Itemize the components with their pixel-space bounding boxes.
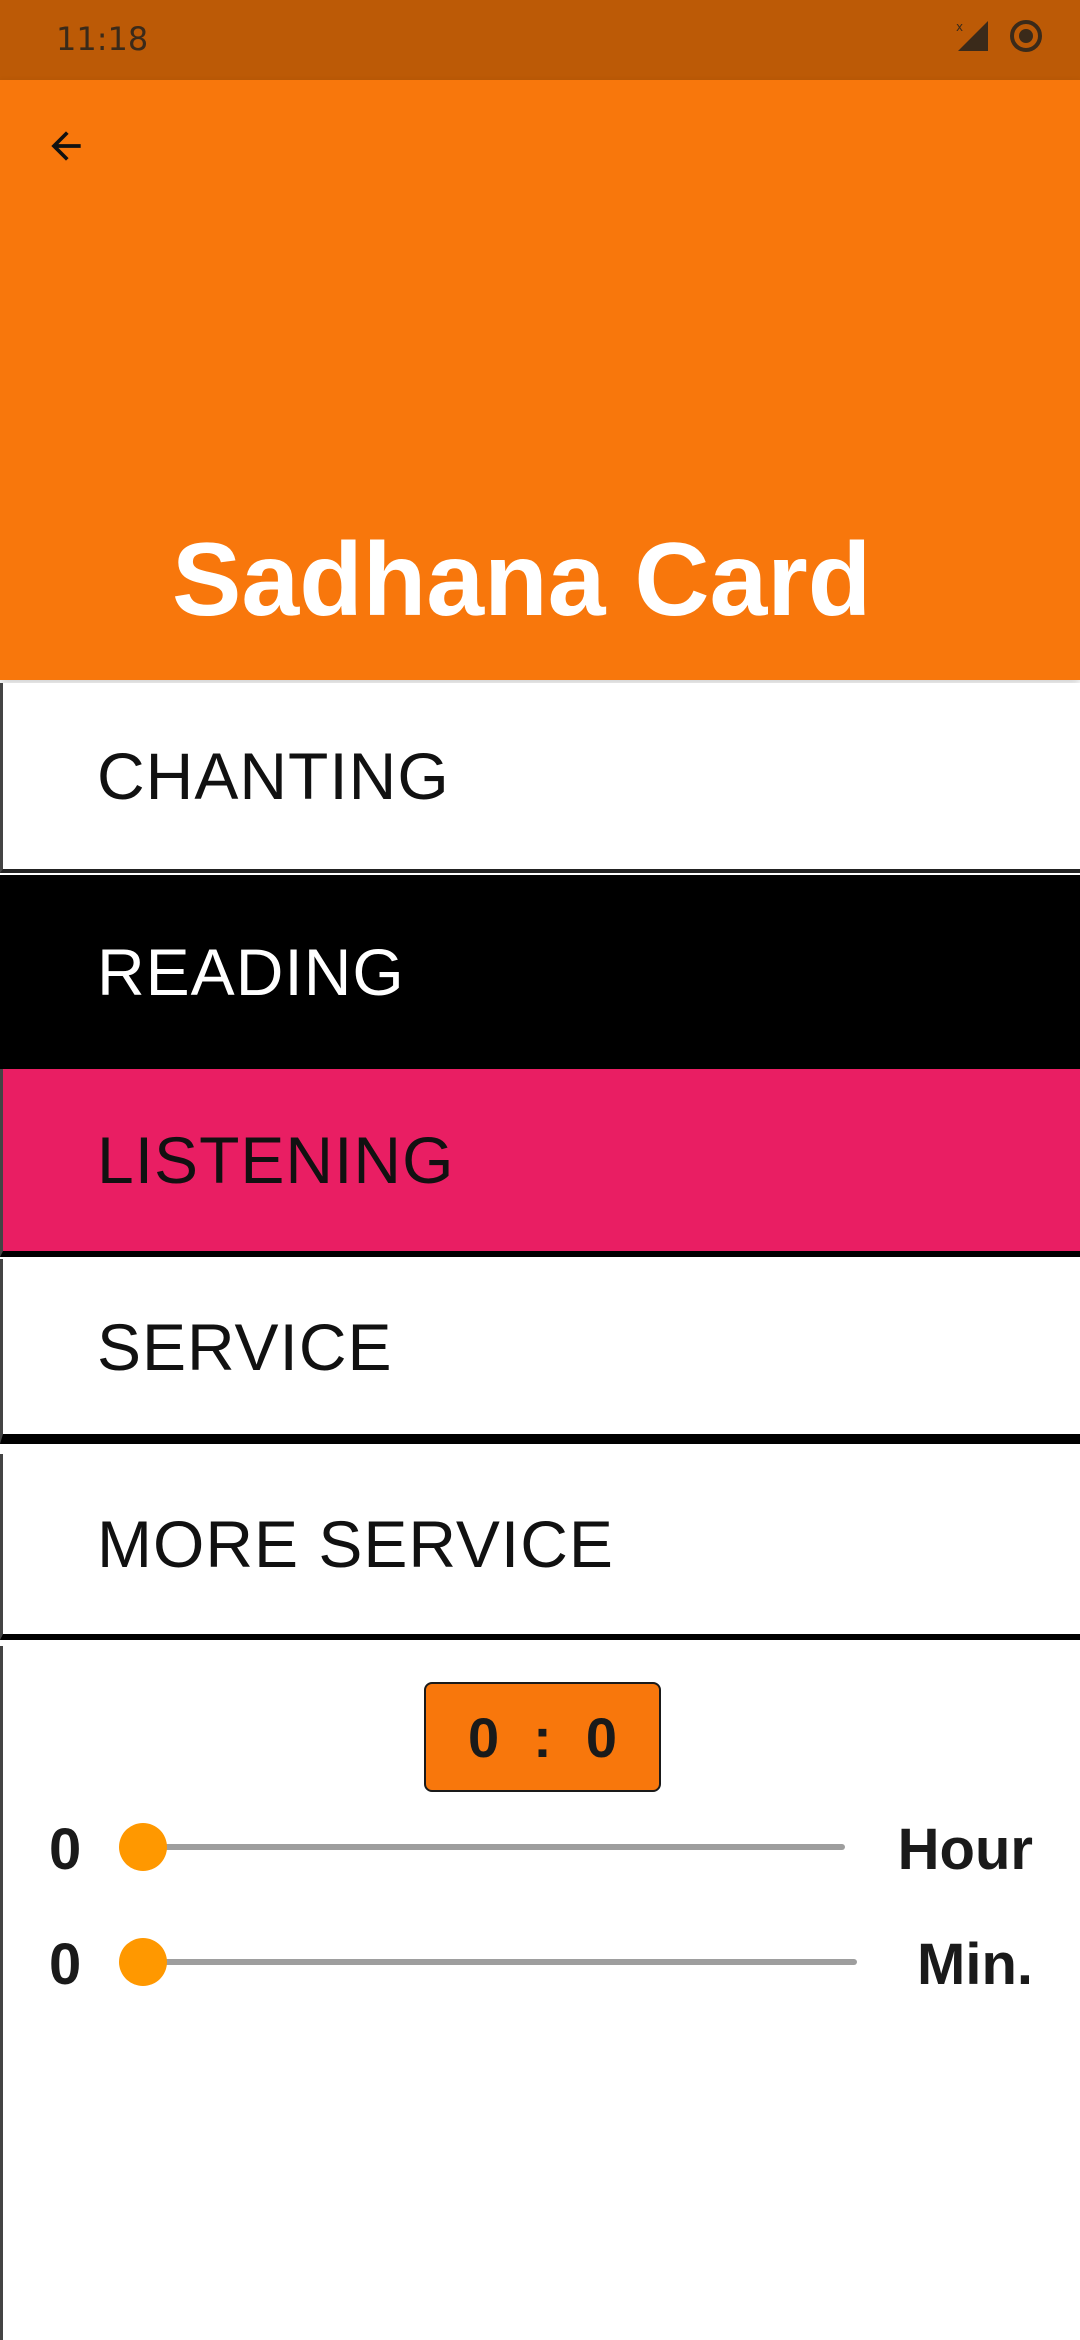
- tab-chanting[interactable]: CHANTING: [0, 683, 1080, 873]
- timer-minutes: 0: [585, 1705, 617, 1769]
- hour-unit-label: Hour: [897, 1817, 1033, 1882]
- status-bar: 11:18 x: [0, 0, 1080, 80]
- hour-slider-track[interactable]: [143, 1844, 845, 1850]
- tab-more-service-label: MORE SERVICE: [97, 1507, 614, 1581]
- tab-listening[interactable]: LISTENING: [0, 1069, 1080, 1257]
- tab-service[interactable]: SERVICE: [0, 1259, 1080, 1444]
- timer-hours: 0: [468, 1705, 500, 1769]
- tab-chanting-label: CHANTING: [97, 739, 450, 813]
- tab-listening-label: LISTENING: [97, 1123, 455, 1197]
- hour-slider-row: 0 Hour: [3, 1806, 1080, 1886]
- timer-separator: :: [533, 1705, 552, 1769]
- tab-reading[interactable]: READING: [0, 875, 1080, 1069]
- tab-reading-label: READING: [97, 935, 405, 1009]
- minute-slider-row: 0 Min.: [3, 1921, 1080, 2001]
- svg-text:x: x: [956, 20, 963, 34]
- arrow-back-icon: [51, 131, 81, 161]
- tab-service-label: SERVICE: [97, 1309, 393, 1384]
- sync-icon: [1008, 18, 1044, 59]
- status-icons: x: [956, 18, 1044, 59]
- time-entry-panel: 0 : 0 0 Hour 0 Min.: [0, 1646, 1080, 2340]
- minute-slider-thumb[interactable]: [119, 1938, 167, 1986]
- minute-slider-track[interactable]: [143, 1959, 857, 1965]
- back-button[interactable]: [36, 116, 96, 176]
- status-time: 11:18: [56, 20, 149, 58]
- page-title: Sadhana Card: [172, 522, 872, 638]
- signal-icon: x: [956, 19, 990, 58]
- timer-display: 0 : 0: [424, 1682, 661, 1792]
- hour-slider-thumb[interactable]: [119, 1823, 167, 1871]
- hour-value: 0: [49, 1817, 82, 1882]
- minute-value: 0: [49, 1932, 82, 1997]
- tab-more-service[interactable]: MORE SERVICE: [0, 1454, 1080, 1640]
- minute-unit-label: Min.: [917, 1932, 1033, 1997]
